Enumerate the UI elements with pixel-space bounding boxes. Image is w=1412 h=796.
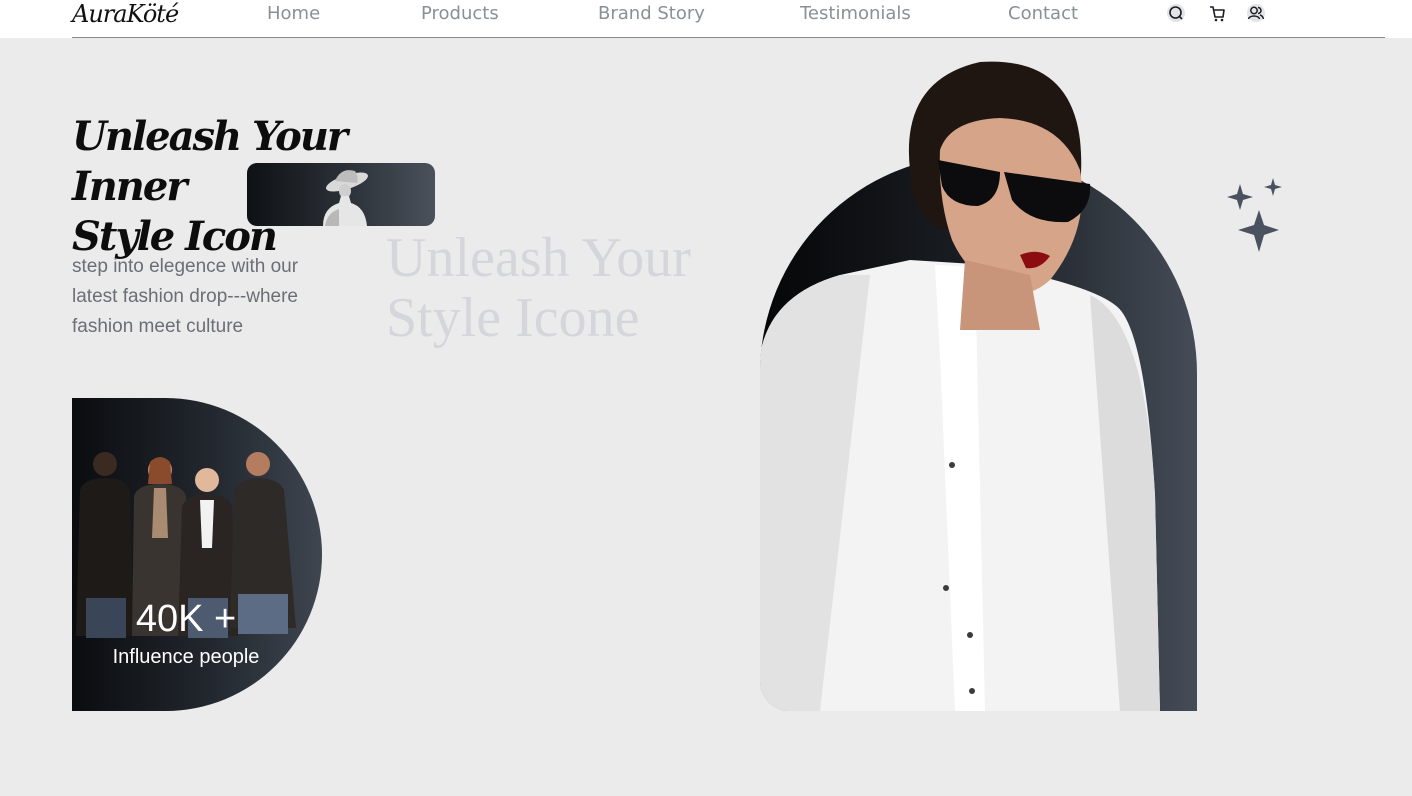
ghost-title-line2: Style Icone [386,287,640,349]
ghost-title-line1: Unleash Your [386,227,691,289]
nav-link-testimonials[interactable]: Testimonials [800,3,911,24]
stat-label: Influence people [112,646,260,668]
user-icon[interactable] [1246,3,1266,23]
site-header: AuraKöté Home Products Brand Story Testi… [0,0,1412,38]
nav-link-home[interactable]: Home [267,3,320,24]
nav-link-products[interactable]: Products [421,3,499,24]
stat-value: 40K + [135,598,237,640]
nav-link-contact[interactable]: Contact [1008,3,1078,24]
search-icon[interactable] [1166,3,1186,23]
hero-thumbnail-image [247,163,435,226]
cart-icon[interactable] [1207,3,1227,23]
brand-logo[interactable]: AuraKöté [72,0,179,28]
header-divider [72,37,1385,38]
ghost-title: Unleash Your Style Icone [386,228,746,348]
sparkle-icon [1227,178,1282,252]
model-head-image [908,61,1091,330]
hero-description: step into elegence with our latest fashi… [72,256,299,337]
nav-link-brand-story[interactable]: Brand Story [598,3,705,24]
